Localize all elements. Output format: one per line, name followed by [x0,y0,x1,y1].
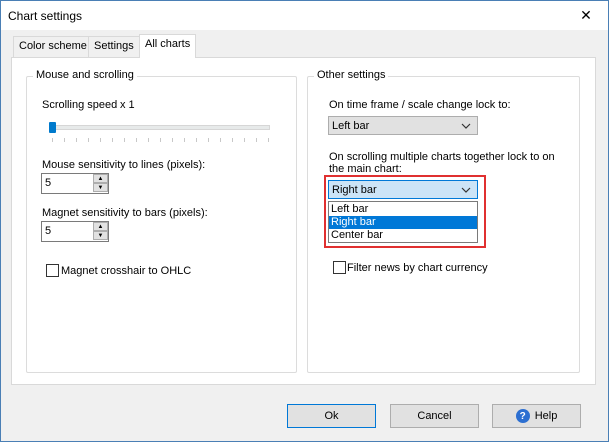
scroll-lock-value: Right bar [332,184,377,196]
help-icon: ? [515,409,530,423]
slider-tick [148,138,149,142]
slider-tick [268,138,269,142]
scrolling-speed-value: x 1 [120,99,135,111]
title-bar: Chart settings ✕ [1,1,608,30]
slider-tick [64,138,65,142]
tab-all-charts-label: All charts [145,38,191,50]
slider-tick [88,138,89,142]
dropdown-option-center-bar[interactable]: Center bar [329,229,477,242]
spin-down-button[interactable]: ▼ [93,183,108,192]
magnet-sensitivity-bars-stepper[interactable]: 5 ▲ ▼ [41,221,109,242]
tab-color-scheme-label: Color scheme [19,40,87,52]
spin-up-button[interactable]: ▲ [93,222,108,231]
scroll-lock-label-line2: the main chart: [329,163,402,175]
close-button[interactable]: ✕ [564,1,608,30]
spin-down-button[interactable]: ▼ [93,231,108,240]
cancel-button[interactable]: Cancel [390,404,479,428]
other-settings-legend: Other settings [314,69,389,81]
mouse-sensitivity-lines-label: Mouse sensitivity to lines (pixels): [42,159,206,171]
other-settings-group: Other settings On time frame / scale cha… [307,69,580,373]
ok-button[interactable]: Ok [287,404,376,428]
slider-tick [232,138,233,142]
mouse-scrolling-group: Mouse and scrolling Scrolling speed x 1 … [26,69,297,373]
slider-tick [136,138,137,142]
scroll-lock-dropdown-list: Left bar Right bar Center bar [328,201,478,243]
slider-tick [124,138,125,142]
cancel-button-label: Cancel [417,410,452,422]
window-title: Chart settings [8,9,83,23]
tab-color-scheme[interactable]: Color scheme [13,36,93,57]
slider-tick [52,138,53,142]
slider-tick [196,138,197,142]
tab-settings-label: Settings [94,40,134,52]
magnet-crosshair-checkbox[interactable] [46,264,59,277]
tab-all-charts[interactable]: All charts [139,34,197,58]
mouse-sensitivity-lines-value: 5 [45,177,52,189]
slider-tick [184,138,185,142]
slider-tick [244,138,245,142]
timeframe-lock-dropdown[interactable]: Left bar [328,116,478,135]
magnet-sensitivity-bars-label: Magnet sensitivity to bars (pixels): [42,207,208,219]
spin-up-button[interactable]: ▲ [93,174,108,183]
scroll-lock-label-line1: On scrolling multiple charts together lo… [329,151,555,163]
close-icon: ✕ [580,7,592,23]
scroll-lock-dropdown[interactable]: Right bar [328,180,478,199]
help-button-label: Help [534,410,558,422]
chevron-down-icon [461,123,471,129]
filter-news-checkbox[interactable] [333,261,346,274]
slider-tick [112,138,113,142]
slider-tick [220,138,221,142]
filter-news-label: Filter news by chart currency [347,262,488,274]
dropdown-option-right-bar[interactable]: Right bar [329,216,477,229]
slider-tick [172,138,173,142]
mouse-sensitivity-lines-stepper[interactable]: 5 ▲ ▼ [41,173,109,194]
ok-button-label: Ok [324,410,339,422]
slider-tick [76,138,77,142]
magnet-sensitivity-bars-value: 5 [45,225,52,237]
dropdown-option-left-bar[interactable]: Left bar [329,203,477,216]
help-button[interactable]: ? Help [492,404,581,428]
slider-tick [100,138,101,142]
mouse-scrolling-legend: Mouse and scrolling [33,69,137,81]
scrolling-speed-slider-thumb[interactable] [49,122,56,133]
slider-tick [160,138,161,142]
slider-tick [256,138,257,142]
magnet-crosshair-label: Magnet crosshair to OHLC [61,265,192,277]
scrolling-speed-label: Scrolling speed [42,99,118,111]
tab-settings[interactable]: Settings [88,36,140,57]
slider-tick [208,138,209,142]
timeframe-lock-label: On time frame / scale change lock to: [329,99,511,111]
timeframe-lock-value: Left bar [332,120,370,132]
chevron-down-icon [461,187,471,193]
scrolling-speed-slider-track[interactable] [49,125,270,130]
tab-panel-all-charts: Mouse and scrolling Scrolling speed x 1 … [11,57,596,385]
